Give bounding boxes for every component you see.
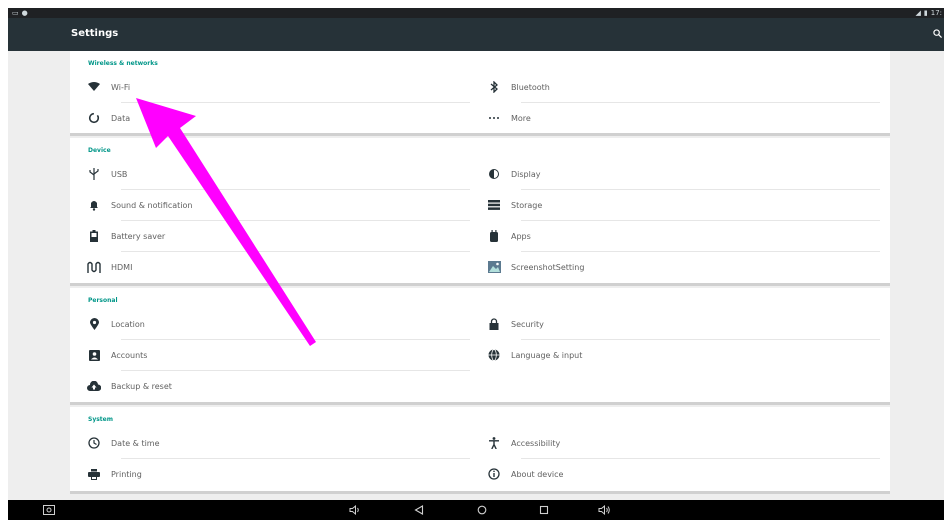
setting-battery-saver[interactable]: Battery saver: [70, 221, 480, 251]
setting-label: Data: [111, 113, 131, 123]
apps-icon: [487, 229, 501, 243]
wifi-icon: [87, 80, 101, 94]
storage-icon: [487, 198, 501, 212]
hdmi-icon: [87, 260, 101, 274]
setting-label: USB: [111, 169, 128, 179]
page-title: Settings: [71, 28, 119, 39]
printer-icon: [87, 467, 101, 481]
setting-about[interactable]: About device: [470, 459, 880, 489]
accessibility-icon: [487, 436, 501, 450]
usb-icon: [87, 167, 101, 181]
battery-icon: [87, 229, 101, 243]
section-title: Device: [88, 147, 111, 154]
setting-label: Accounts: [111, 350, 148, 360]
home-icon: [477, 505, 487, 515]
recents-button[interactable]: [537, 503, 551, 517]
setting-usb[interactable]: USB: [70, 159, 480, 189]
globe-icon: [487, 348, 501, 362]
setting-label: Battery saver: [111, 231, 166, 241]
lock-icon: [487, 317, 501, 331]
setting-more[interactable]: More: [470, 103, 880, 133]
setting-label: More: [511, 113, 531, 123]
data-usage-icon: [87, 111, 101, 125]
app-bar: Settings: [8, 18, 944, 51]
setting-label: About device: [511, 469, 564, 479]
setting-label: ScreenshotSetting: [511, 262, 585, 272]
setting-label: Sound & notification: [111, 200, 193, 210]
setting-label: Security: [511, 319, 544, 329]
navigation-bar: [8, 500, 944, 520]
setting-label: Storage: [511, 200, 543, 210]
signal-icon: ◢: [915, 9, 921, 17]
screen-icon: ▭: [12, 9, 19, 17]
info-icon: [487, 467, 501, 481]
setting-accessibility[interactable]: Accessibility: [470, 428, 880, 458]
setting-bluetooth[interactable]: Bluetooth: [470, 72, 880, 102]
setting-location[interactable]: Location: [70, 309, 480, 339]
setting-backup[interactable]: Backup & reset: [70, 371, 480, 401]
bluetooth-icon: [487, 80, 501, 94]
settings-list: Wireless & networks Wi-Fi Bluetooth Data…: [70, 51, 890, 500]
section-title: System: [88, 416, 113, 423]
setting-label: Backup & reset: [111, 381, 172, 391]
volume-up-button[interactable]: [597, 503, 611, 517]
setting-storage[interactable]: Storage: [470, 190, 880, 220]
camera-icon: [43, 505, 55, 515]
battery-status-icon: ▮: [923, 9, 928, 17]
setting-label: HDMI: [111, 262, 133, 272]
setting-hdmi[interactable]: HDMI: [70, 252, 480, 282]
section-title: Wireless & networks: [88, 60, 158, 67]
setting-label: Date & time: [111, 438, 160, 448]
setting-security[interactable]: Security: [470, 309, 880, 339]
recents-icon: [539, 505, 549, 515]
setting-apps[interactable]: Apps: [470, 221, 880, 251]
status-bar: ▭ ● ◢ ▮ 17:: [8, 8, 944, 18]
section-personal: Personal Location Security Accounts Lang…: [70, 288, 890, 405]
volume-up-icon: [598, 505, 610, 515]
screenshot-icon: [487, 260, 501, 274]
setting-printing[interactable]: Printing: [70, 459, 480, 489]
more-icon: [487, 111, 501, 125]
status-time: 17:: [930, 9, 942, 17]
section-system: System Date & time Accessibility Printin…: [70, 407, 890, 494]
volume-down-icon: [349, 505, 359, 515]
bell-icon: [87, 198, 101, 212]
setting-label: Apps: [511, 231, 531, 241]
screenshot-button[interactable]: [42, 503, 56, 517]
setting-label: Display: [511, 169, 541, 179]
setting-language[interactable]: Language & input: [470, 340, 880, 370]
back-icon: [414, 505, 424, 515]
clock-icon: [87, 436, 101, 450]
setting-display[interactable]: Display: [470, 159, 880, 189]
setting-label: Accessibility: [511, 438, 561, 448]
display-icon: [487, 167, 501, 181]
cloud-backup-icon: [87, 379, 101, 393]
setting-accounts[interactable]: Accounts: [70, 340, 480, 370]
android-screen: ▭ ● ◢ ▮ 17: Settings Wireless & networks…: [8, 8, 944, 520]
section-title: Personal: [88, 297, 118, 304]
section-wireless: Wireless & networks Wi-Fi Bluetooth Data…: [70, 51, 890, 136]
home-button[interactable]: [475, 503, 489, 517]
alert-icon: ●: [21, 9, 28, 17]
search-icon[interactable]: [933, 29, 942, 38]
setting-label: Location: [111, 319, 145, 329]
setting-label: Wi-Fi: [111, 82, 131, 92]
setting-sound[interactable]: Sound & notification: [70, 190, 480, 220]
back-button[interactable]: [412, 503, 426, 517]
setting-wifi[interactable]: Wi-Fi: [70, 72, 480, 102]
setting-data-usage[interactable]: Data: [70, 103, 480, 133]
setting-label: Bluetooth: [511, 82, 550, 92]
setting-screenshot[interactable]: ScreenshotSetting: [470, 252, 880, 282]
setting-label: Printing: [111, 469, 142, 479]
location-icon: [87, 317, 101, 331]
volume-down-button[interactable]: [348, 503, 362, 517]
setting-date-time[interactable]: Date & time: [70, 428, 480, 458]
setting-label: Language & input: [511, 350, 583, 360]
account-icon: [87, 348, 101, 362]
section-device: Device USB Display Sound & notification …: [70, 138, 890, 286]
